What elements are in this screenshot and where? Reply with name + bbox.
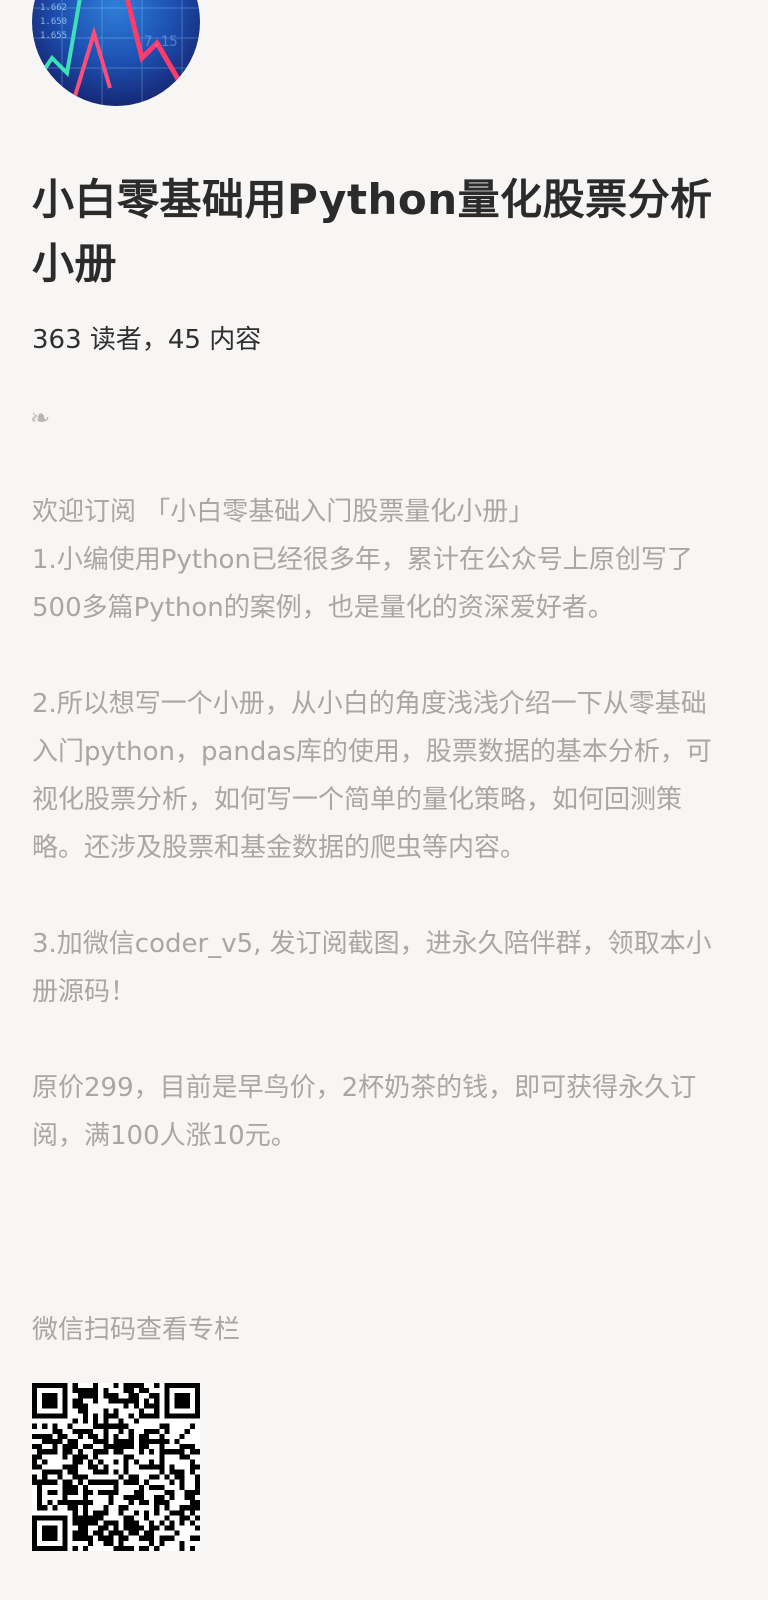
cover-image: 1.662 1.650 1.655 7.15	[32, 0, 200, 106]
svg-text:1.650: 1.650	[40, 17, 67, 27]
qr-code[interactable]	[32, 1383, 200, 1551]
column-description: 欢迎订阅 「小白零基础入门股票量化小册」 1.小编使用Python已经很多年，累…	[32, 488, 722, 1160]
description-paragraph: 3.加微信coder_v5, 发订阅截图，进永久陪伴群，领取本小册源码！	[32, 929, 712, 1007]
fleuron-ornament-icon: ❧	[30, 404, 51, 432]
svg-text:7.15: 7.15	[144, 34, 178, 50]
svg-text:1.662: 1.662	[40, 3, 67, 13]
description-paragraph: 原价299，目前是早鸟价，2杯奶茶的钱，即可获得永久订阅，满100人涨10元。	[32, 1073, 697, 1151]
scan-qr-label: 微信扫码查看专栏	[32, 1315, 241, 1345]
column-page: 1.662 1.650 1.655 7.15 小白零基础用Python量化股票分…	[0, 0, 768, 1600]
description-paragraph: 欢迎订阅 「小白零基础入门股票量化小册」 1.小编使用Python已经很多年，累…	[32, 497, 693, 623]
description-paragraph: 2.所以想写一个小册，从小白的角度浅浅介绍一下从零基础入门python，pand…	[32, 689, 712, 863]
svg-text:1.655: 1.655	[40, 31, 67, 41]
column-title: 小白零基础用Python量化股票分析小册	[32, 175, 713, 288]
reader-content-count: 363 读者，45 内容	[32, 325, 262, 355]
